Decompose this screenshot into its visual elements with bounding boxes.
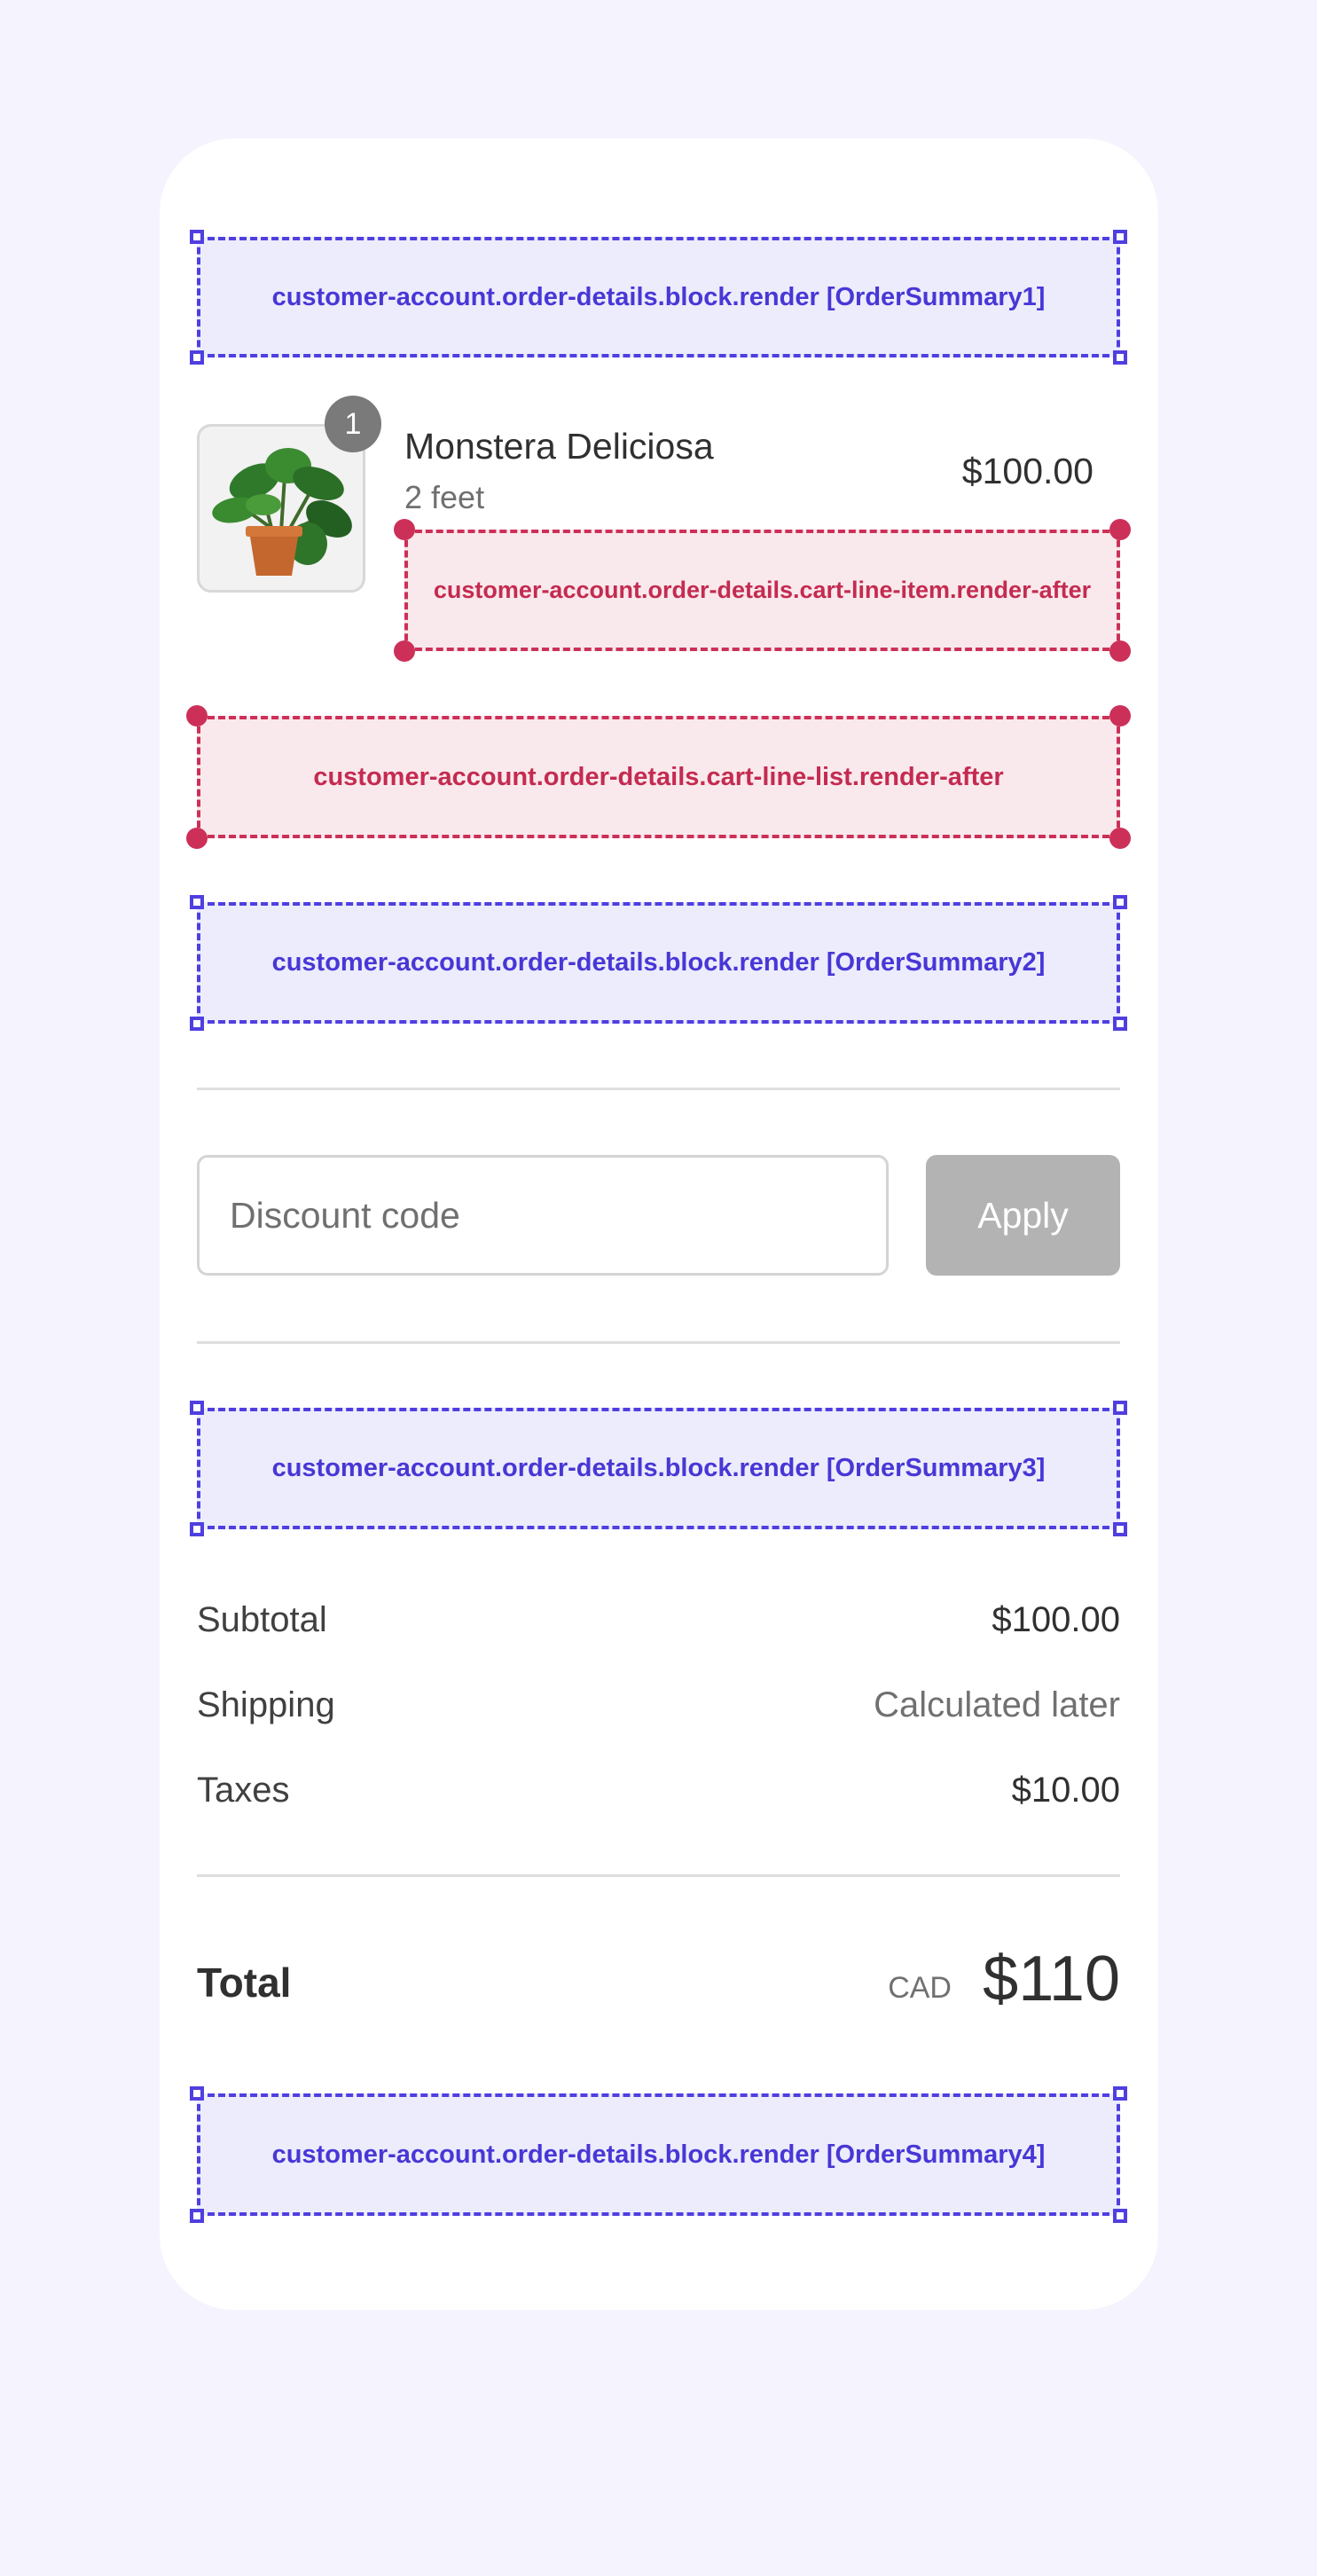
shipping-value: Calculated later	[874, 1685, 1120, 1724]
target-label: customer-account.order-details.block.ren…	[271, 1454, 1046, 1482]
block-target-order-summary-4: customer-account.order-details.block.ren…	[197, 2093, 1120, 2216]
target-handle	[186, 828, 208, 849]
static-target-cart-line-item-after: customer-account.order-details.cart-line…	[404, 530, 1120, 651]
potted-plant-image	[212, 448, 352, 576]
resize-handle[interactable]	[1113, 2086, 1127, 2101]
taxes-label: Taxes	[197, 1771, 290, 1810]
resize-handle[interactable]	[190, 895, 204, 909]
resize-handle[interactable]	[190, 1401, 204, 1415]
resize-handle[interactable]	[190, 350, 204, 365]
line-item-price: $100.00	[961, 451, 1094, 491]
divider	[197, 1088, 1120, 1090]
target-label: customer-account.order-details.cart-line…	[433, 577, 1092, 603]
line-item-variant: 2 feet	[404, 479, 485, 515]
target-label: customer-account.order-details.cart-line…	[313, 762, 1004, 791]
divider	[197, 1341, 1120, 1344]
target-handle	[1109, 640, 1131, 662]
target-label: customer-account.order-details.block.ren…	[271, 2140, 1046, 2169]
resize-handle[interactable]	[1113, 1522, 1127, 1536]
block-target-order-summary-1: customer-account.order-details.block.ren…	[197, 237, 1120, 357]
target-handle	[1109, 828, 1131, 849]
discount-code-input[interactable]	[197, 1155, 889, 1276]
line-item-title: Monstera Deliciosa	[404, 426, 714, 467]
target-label: customer-account.order-details.block.ren…	[271, 282, 1046, 311]
apply-discount-button[interactable]: Apply	[926, 1155, 1120, 1276]
subtotal-label: Subtotal	[197, 1600, 327, 1639]
target-handle	[394, 640, 415, 662]
resize-handle[interactable]	[1113, 895, 1127, 909]
resize-handle[interactable]	[190, 1522, 204, 1536]
total-currency: CAD	[888, 1971, 952, 2005]
total-label: Total	[197, 1959, 292, 2006]
block-target-order-summary-2: customer-account.order-details.block.ren…	[197, 902, 1120, 1024]
target-label: customer-account.order-details.block.ren…	[271, 948, 1046, 977]
target-handle	[1109, 519, 1131, 540]
shipping-label: Shipping	[197, 1685, 335, 1724]
resize-handle[interactable]	[1113, 1017, 1127, 1031]
resize-handle[interactable]	[190, 1017, 204, 1031]
target-handle	[186, 705, 208, 726]
resize-handle[interactable]	[1113, 2209, 1127, 2223]
target-handle	[1109, 705, 1131, 726]
quantity-badge: 1	[325, 396, 381, 452]
total-value: $110	[983, 1944, 1120, 2014]
static-target-cart-line-list-after: customer-account.order-details.cart-line…	[197, 716, 1120, 838]
resize-handle[interactable]	[1113, 230, 1127, 244]
taxes-value: $10.00	[1011, 1771, 1120, 1810]
resize-handle[interactable]	[190, 230, 204, 244]
resize-handle[interactable]	[190, 2086, 204, 2101]
resize-handle[interactable]	[1113, 350, 1127, 365]
divider	[197, 1874, 1120, 1877]
resize-handle[interactable]	[190, 2209, 204, 2223]
subtotal-value: $100.00	[992, 1600, 1120, 1639]
resize-handle[interactable]	[1113, 1401, 1127, 1415]
target-handle	[394, 519, 415, 540]
block-target-order-summary-3: customer-account.order-details.block.ren…	[197, 1408, 1120, 1529]
